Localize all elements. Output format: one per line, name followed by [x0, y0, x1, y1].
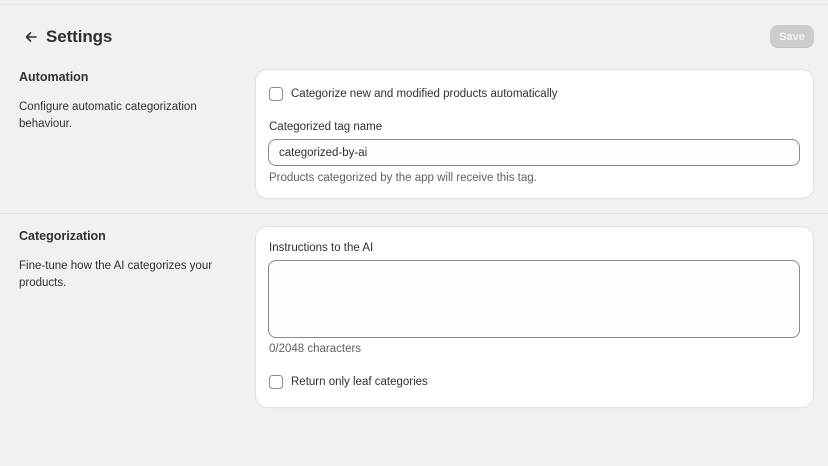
automation-info: Automation Configure automatic categoriz… — [19, 70, 229, 133]
categorization-title: Categorization — [19, 229, 106, 243]
page-title: Settings — [46, 27, 113, 46]
arrow-left-icon — [25, 32, 37, 42]
section-divider — [0, 213, 828, 214]
automation-card: Categorize new and modified products aut… — [256, 70, 813, 198]
instructions-label: Instructions to the AI — [269, 242, 374, 254]
top-divider — [0, 4, 828, 5]
page-header: Settings Save — [19, 22, 814, 52]
save-button[interactable]: Save — [770, 25, 814, 48]
categorization-info: Categorization Fine-tune how the AI cate… — [19, 229, 229, 292]
automation-title: Automation — [19, 70, 89, 84]
automation-description: Configure automatic categorization behav… — [19, 101, 197, 130]
tag-name-label: Categorized tag name — [269, 121, 383, 133]
leaf-categories-label: Return only leaf categories — [291, 376, 428, 388]
settings-page: Settings Save Automation Configure autom… — [0, 0, 828, 466]
auto-categorize-label: Categorize new and modified products aut… — [291, 88, 558, 100]
leaf-categories-checkbox[interactable] — [269, 375, 283, 389]
back-button[interactable] — [19, 25, 43, 49]
leaf-categories-checkbox-row[interactable]: Return only leaf categories — [269, 375, 428, 389]
tag-name-help: Products categorized by the app will rec… — [269, 172, 537, 184]
character-count: 0/2048 characters — [269, 343, 362, 355]
instructions-textarea[interactable] — [268, 260, 800, 338]
auto-categorize-checkbox[interactable] — [269, 87, 283, 101]
auto-categorize-checkbox-row[interactable]: Categorize new and modified products aut… — [269, 87, 558, 101]
tag-name-input[interactable] — [268, 139, 800, 166]
categorization-description: Fine-tune how the AI categorizes your pr… — [19, 260, 213, 289]
categorization-card: Instructions to the AI 0/2048 characters… — [256, 227, 813, 407]
